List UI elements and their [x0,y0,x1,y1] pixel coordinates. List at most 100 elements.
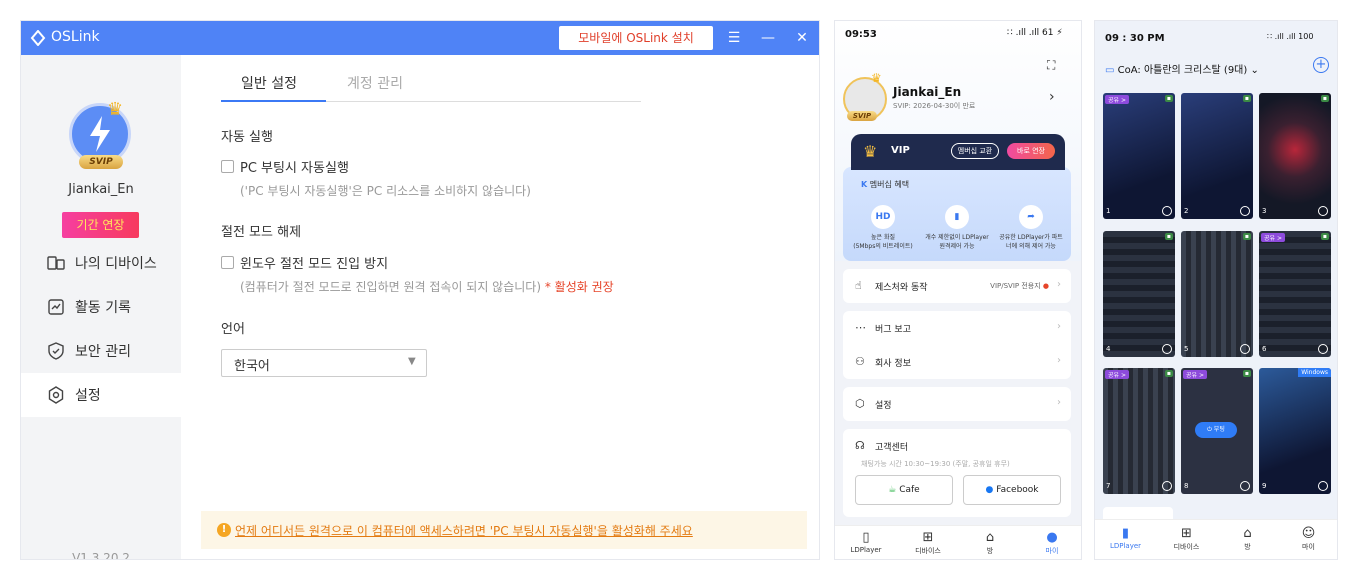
vip-only-text: VIP/SVIP 전용지 [990,282,1041,290]
sleep-prevent-checkbox[interactable] [221,256,234,269]
instance-tile[interactable]: ▪ 3 [1259,93,1331,219]
tab-room[interactable]: ⌂ 방 [959,530,1021,556]
chevron-right-icon[interactable]: › [1049,89,1055,105]
tab-my[interactable]: ☺ 마이 [1278,526,1337,552]
home-icon: ⌂ [985,530,995,545]
gear-icon: ⬡ [855,397,865,410]
instance-tile[interactable]: ▪ 4 [1103,231,1175,357]
instance-tile[interactable]: ▪ 5 [1181,231,1253,357]
nav-my-devices[interactable]: 나의 디바이스 [21,241,181,285]
power-note: (컴퓨터가 절전 모드로 진입하면 원격 접속이 되지 않습니다) * 활성화 … [240,278,614,295]
tab-label: 방 [986,547,994,555]
chevron-down-icon: ▼ [408,356,416,367]
bottom-tab-bar: ▯ LDPlayer ⊞ 디바이스 ⌂ 방 ● 마이 [835,525,1081,559]
instance-tile[interactable]: ▪ 2 [1181,93,1253,219]
chevron-right-icon: › [1057,355,1061,366]
chevron-down-icon: ⌄ [1250,65,1259,76]
instance-tile[interactable]: 공유 > ▪ ⏻ 부팅 8 [1181,368,1253,494]
autorun-label[interactable]: PC 부팅시 자동실행 [240,157,349,176]
gear-icon[interactable] [1162,344,1172,354]
gear-icon[interactable] [1240,481,1250,491]
red-dot-icon: ● [1042,282,1049,290]
install-mobile-button[interactable]: 모바일에 OSLink 설치 [559,26,713,50]
facebook-button[interactable]: ● Facebook [963,475,1061,505]
tab-ldplayer[interactable]: ▮ LDPlayer [1095,526,1156,550]
room-name: CoA: 아틀란의 크리스탈 (9대) [1117,65,1248,76]
gear-icon[interactable] [1318,344,1328,354]
add-icon[interactable]: + [1313,57,1329,73]
gear-icon[interactable] [1240,206,1250,216]
instance-tile[interactable]: 공유 > ▪ 6 [1259,231,1331,357]
crown-icon: ♛ [107,99,124,120]
sleep-prevent-label[interactable]: 윈도우 절전 모드 진입 방지 [240,253,388,272]
close-icon[interactable]: ✕ [793,29,811,47]
tab-ldplayer[interactable]: ▯ LDPlayer [835,530,897,554]
phone-icon: ▮ [945,205,969,229]
nav-label: 설정 [75,388,101,404]
nav-security[interactable]: 보안 관리 [21,329,181,373]
windows-badge: Windows [1298,368,1331,377]
android-icon: ▪ [1242,95,1251,102]
row-bug-report[interactable]: ⋯ 버그 보고 › [843,311,1071,345]
tab-general-settings[interactable]: 일반 설정 [241,73,297,93]
tile-number: 5 [1184,345,1189,353]
row-gesture[interactable]: ☝ 제스처와 동작 VIP/SVIP 전용지 ● › [843,269,1071,303]
tab-account-management[interactable]: 계정 관리 [347,73,403,93]
gear-icon[interactable] [1162,206,1172,216]
tab-devices[interactable]: ⊞ 디바이스 [897,530,959,556]
language-select[interactable]: 한국어 ▼ [221,349,427,377]
tile-number: 6 [1262,345,1267,353]
membership-exchange-button[interactable]: 멤버십 교환 [951,143,999,159]
bottom-tab-bar: ▮ LDPlayer ⊞ 디바이스 ⌂ 방 ☺ 마이 [1095,519,1337,559]
row-settings[interactable]: ⬡ 설정 › [843,387,1071,421]
oslink-window: OSLink 모바일에 OSLink 설치 ☰ — ✕ ♛ SVIP Jiank… [20,20,820,560]
gear-icon [48,386,64,404]
tab-label: 마이 [1302,543,1315,551]
cafe-button[interactable]: ☕ Cafe [855,475,953,505]
tab-room[interactable]: ⌂ 방 [1217,526,1278,552]
gear-icon[interactable] [1318,206,1328,216]
ld-logo-icon: K [861,180,868,189]
nav-activity-log[interactable]: 활동 기록 [21,285,181,329]
menu-icon[interactable]: ☰ [725,29,743,47]
username: Jiankai_En [68,182,134,197]
share-icon: ➦ [1019,205,1043,229]
cafe-label: Cafe [899,485,920,495]
status-icons: ∷ .ıll .ıll 100 [1267,32,1314,41]
tab-devices[interactable]: ⊞ 디바이스 [1156,526,1217,552]
instance-tile[interactable]: 공유 > ▪ 7 [1103,368,1175,494]
tile-number: 3 [1262,207,1267,215]
tab-my[interactable]: ● 마이 [1021,530,1081,556]
person-icon: ☺ [1301,526,1316,541]
home-icon: ⌂ [1243,526,1252,541]
gear-icon[interactable] [1318,481,1328,491]
sidebar: ♛ SVIP Jiankai_En 기간 연장 나의 디바이스 활동 기록 보안… [21,55,181,559]
app-title: OSLink [51,29,100,45]
headset-icon: ☊ [855,439,865,452]
tile-number: 8 [1184,482,1189,490]
benefits-title: K 멤버십 혜택 [861,179,909,190]
banner-link[interactable]: 언제 어디서든 원격으로 이 컴퓨터에 액세스하려면 'PC 부팅시 자동실행'… [235,522,693,539]
language-value: 한국어 [234,359,270,374]
share-badge: 공유 > [1105,95,1129,104]
room-selector[interactable]: ▭ CoA: 아틀란의 크리스탈 (9대) ⌄ [1105,61,1259,76]
benefits-title-text: 멤버십 혜택 [869,180,910,189]
crown-icon: ♛ [863,142,878,161]
tab-label: 마이 [1045,547,1059,555]
scan-icon[interactable]: ⛶ [1047,58,1055,73]
minimize-icon[interactable]: — [759,29,777,47]
extend-now-button[interactable]: 바로 연장 [1007,143,1055,159]
instance-tile[interactable]: Windows 9 [1259,368,1331,494]
gear-icon[interactable] [1240,344,1250,354]
nav-label: 활동 기록 [75,300,131,316]
android-icon: ▪ [1242,370,1251,377]
nav-settings[interactable]: 설정 [21,373,181,417]
extend-button[interactable]: 기간 연장 [62,212,139,238]
gear-icon[interactable] [1162,481,1172,491]
row-company-info[interactable]: ⚇ 회사 정보 › [843,345,1071,379]
instance-tile[interactable]: 공유 > ▪ 1 [1103,93,1175,219]
tile-number: 7 [1106,482,1111,490]
boot-button[interactable]: ⏻ 부팅 [1195,422,1237,438]
share-badge: 공유 > [1105,370,1129,379]
autorun-checkbox[interactable] [221,160,234,173]
